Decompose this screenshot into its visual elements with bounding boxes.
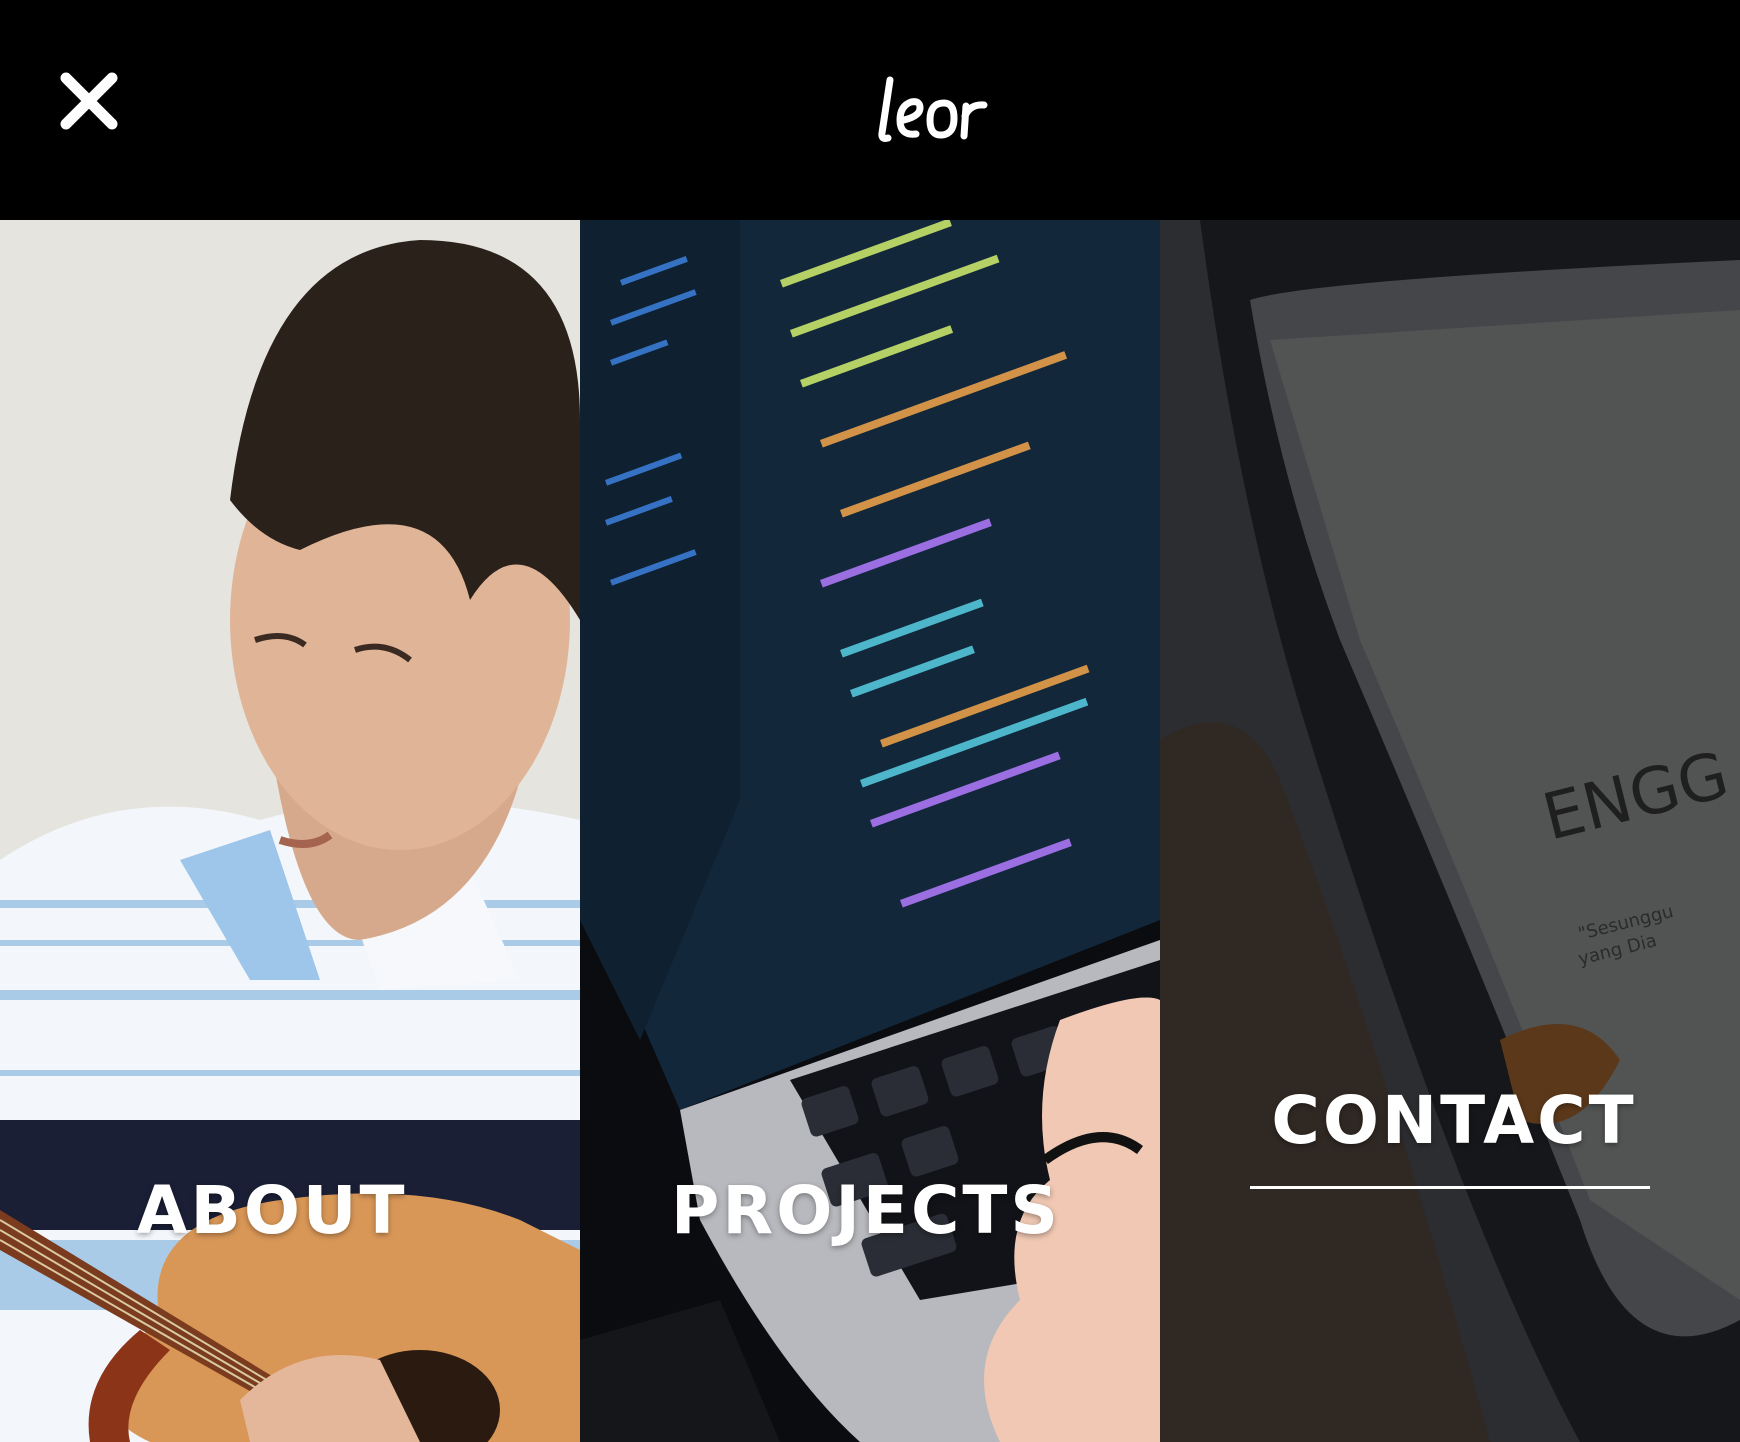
- about-photo: [0, 220, 580, 1442]
- about-label: ABOUT: [136, 1172, 408, 1249]
- menu-overlay: leor: [0, 0, 1740, 1442]
- header: leor: [0, 0, 1740, 220]
- contact-label: CONTACT: [1271, 1082, 1637, 1159]
- logo-wordmark: [878, 76, 988, 142]
- logo[interactable]: leor: [870, 58, 1010, 158]
- contact-photo: ENGG "Sesunggu yang Dia: [1160, 220, 1740, 1442]
- active-underline: [1250, 1186, 1650, 1189]
- nav-panels: ABOUT PROJECTS ENGG "Sesunggu yang Dia C…: [0, 220, 1740, 1442]
- close-icon: [60, 72, 118, 130]
- projects-photo: [580, 220, 1160, 1442]
- nav-panel-projects[interactable]: PROJECTS: [580, 220, 1160, 1442]
- nav-panel-contact[interactable]: ENGG "Sesunggu yang Dia CONTACT: [1160, 220, 1740, 1442]
- close-button[interactable]: [58, 70, 120, 132]
- nav-panel-about[interactable]: ABOUT: [0, 220, 580, 1442]
- projects-label: PROJECTS: [671, 1172, 1061, 1249]
